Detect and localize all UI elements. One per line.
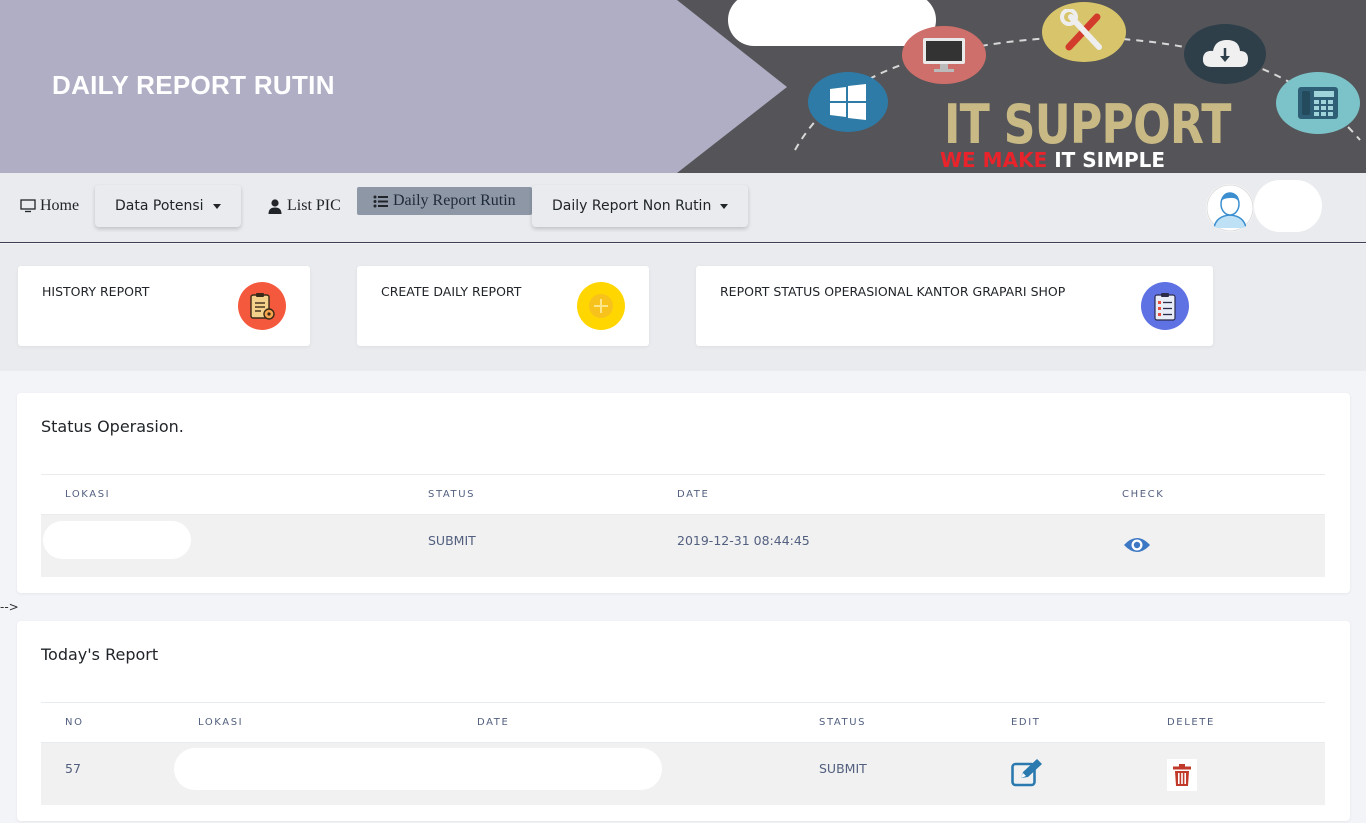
status-operasional-title: Status Operasion. bbox=[41, 417, 184, 436]
header-delete: DELETE bbox=[1167, 717, 1215, 728]
row-date: 2019-12-31 08:44:45 bbox=[677, 533, 810, 548]
nav-list-pic-label: List PIC bbox=[287, 197, 341, 214]
cloud-download-icon bbox=[1184, 24, 1266, 84]
row-status: SUBMIT bbox=[819, 761, 867, 776]
nav-daily-report-non-rutin-dropdown[interactable]: Daily Report Non Rutin bbox=[532, 185, 749, 227]
nav-list-pic[interactable]: List PIC bbox=[268, 185, 341, 227]
monitor-icon bbox=[902, 26, 986, 84]
caret-down-icon bbox=[212, 203, 221, 209]
redacted-lokasi bbox=[43, 521, 191, 559]
header-banner: DAILY REPORT RUTIN IT SUPPORT WE MAKE IT… bbox=[0, 0, 1366, 173]
row-status: SUBMIT bbox=[428, 533, 476, 548]
list-icon bbox=[373, 195, 388, 207]
header-date: DATE bbox=[477, 717, 510, 728]
checklist-icon bbox=[1141, 282, 1189, 330]
header-lokasi: LOKASI bbox=[65, 489, 111, 500]
create-daily-report-title: CREATE DAILY REPORT bbox=[381, 284, 522, 299]
tagline-white: IT SIMPLE bbox=[1054, 148, 1166, 172]
nav-daily-report-rutin-label: Daily Report Rutin bbox=[393, 192, 516, 209]
clipboard-gear-icon bbox=[238, 282, 286, 330]
row-no: 57 bbox=[65, 761, 81, 776]
nav-home-label: Home bbox=[40, 197, 80, 214]
redacted-lokasi-date bbox=[174, 748, 662, 790]
create-daily-report-card[interactable]: CREATE DAILY REPORT bbox=[357, 266, 649, 346]
table-row: SUBMIT 2019-12-31 08:44:45 bbox=[41, 515, 1325, 577]
header-lokasi: LOKASI bbox=[198, 717, 244, 728]
phone-icon bbox=[1276, 72, 1360, 134]
redacted-username bbox=[1254, 180, 1322, 232]
report-status-operasional-card[interactable]: REPORT STATUS OPERASIONAL KANTOR GRAPARI… bbox=[696, 266, 1213, 346]
it-support-tagline: WE MAKE IT SIMPLE bbox=[940, 150, 1165, 170]
eye-icon[interactable] bbox=[1123, 535, 1151, 560]
nav-data-potensi-label: Data Potensi bbox=[115, 198, 204, 214]
nav-daily-report-rutin[interactable]: Daily Report Rutin bbox=[357, 187, 532, 215]
header-status: STATUS bbox=[819, 717, 867, 728]
redacted-blob bbox=[728, 0, 936, 46]
monitor-icon bbox=[20, 199, 36, 213]
windows-icon bbox=[808, 72, 888, 132]
header-edit: EDIT bbox=[1011, 717, 1041, 728]
header-status: STATUS bbox=[428, 489, 476, 500]
nav-daily-report-non-rutin-label: Daily Report Non Rutin bbox=[552, 198, 712, 214]
todays-report-panel: Today's Report NO LOKASI DATE STATUS EDI… bbox=[17, 621, 1350, 821]
top-navbar: Home Data Potensi List PIC Daily Report … bbox=[0, 173, 1366, 243]
history-report-card[interactable]: HISTORY REPORT bbox=[18, 266, 310, 346]
nav-data-potensi-dropdown[interactable]: Data Potensi bbox=[95, 185, 241, 227]
report-status-operasional-title: REPORT STATUS OPERASIONAL KANTOR GRAPARI… bbox=[720, 284, 1066, 299]
tools-icon bbox=[1042, 2, 1126, 62]
user-icon bbox=[268, 198, 282, 214]
stray-text: --> bbox=[0, 600, 19, 614]
edit-icon[interactable] bbox=[1011, 759, 1043, 792]
status-operasional-panel: Status Operasion. LOKASI STATUS DATE CHE… bbox=[17, 393, 1350, 593]
nav-home[interactable]: Home bbox=[20, 185, 79, 227]
caret-down-icon bbox=[720, 203, 729, 209]
avatar-icon bbox=[1206, 184, 1254, 232]
page-title: DAILY REPORT RUTIN bbox=[52, 70, 335, 100]
todays-report-title: Today's Report bbox=[41, 645, 159, 664]
it-support-logo: IT SUPPORT bbox=[944, 93, 1231, 156]
today-table-header: NO LOKASI DATE STATUS EDIT DELETE bbox=[41, 702, 1325, 743]
header-no: NO bbox=[65, 717, 84, 728]
trash-icon[interactable] bbox=[1167, 759, 1197, 791]
header-date: DATE bbox=[677, 489, 710, 500]
history-report-title: HISTORY REPORT bbox=[42, 284, 150, 299]
user-avatar[interactable] bbox=[1206, 184, 1254, 232]
header-check: CHECK bbox=[1122, 489, 1165, 500]
plus-icon bbox=[577, 282, 625, 330]
tagline-red: WE MAKE bbox=[940, 148, 1048, 172]
status-table-header: LOKASI STATUS DATE CHECK bbox=[41, 474, 1325, 515]
table-row: 57 SUBMIT bbox=[41, 743, 1325, 805]
